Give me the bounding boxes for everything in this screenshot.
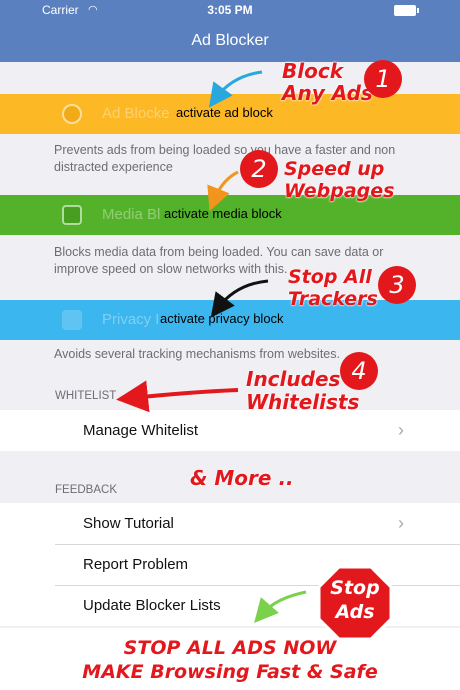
badge-2: 2 bbox=[240, 150, 278, 188]
arrow-green bbox=[254, 590, 307, 624]
arrow-orange bbox=[207, 170, 239, 212]
promo-line-2: MAKE Browsing Fast & Safe bbox=[82, 661, 378, 683]
callout-stop-trackers: Stop All Trackers bbox=[288, 266, 378, 310]
arrow-red bbox=[116, 380, 239, 413]
arrow-black bbox=[210, 279, 269, 318]
callout-more: & More .. bbox=[190, 466, 294, 490]
badge-1: 1 bbox=[364, 60, 402, 98]
callout-block-ads: Block Any Ads bbox=[282, 59, 373, 105]
callout-speed-up: Speed up Webpages bbox=[284, 158, 395, 202]
promo-line-1: STOP ALL ADS NOW bbox=[123, 637, 337, 659]
arrow-blue bbox=[208, 70, 263, 108]
badge-3: 3 bbox=[378, 266, 416, 304]
badge-4: 4 bbox=[340, 352, 378, 390]
stop-ads-label: Stop Ads bbox=[330, 577, 380, 623]
